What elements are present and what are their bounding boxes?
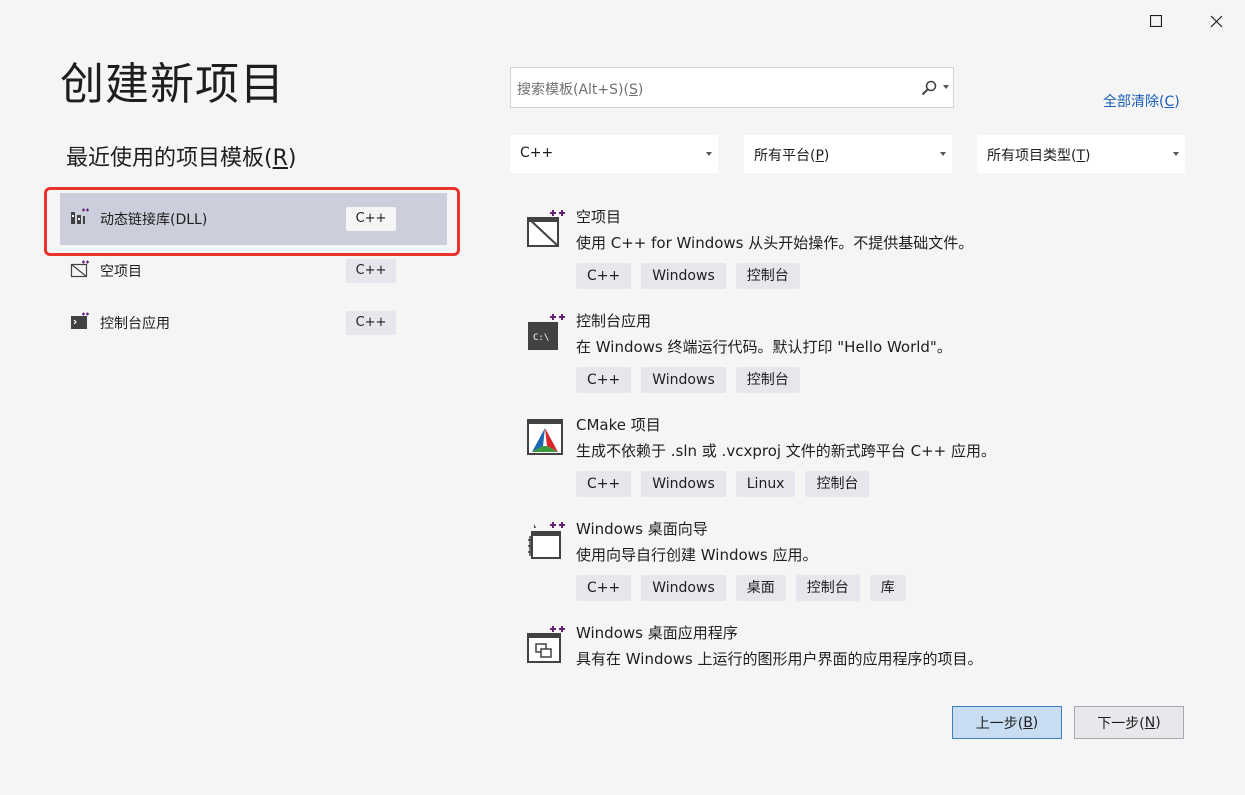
template-tag: 桌面 (735, 575, 786, 601)
template-tag: 控制台 (735, 367, 800, 393)
console-app-icon (71, 312, 89, 329)
template-tag: C++ (576, 471, 632, 497)
template-tag: Windows (641, 471, 726, 497)
recent-item-empty-project[interactable]: 空项目 C++ (60, 245, 447, 297)
language-filter-label: C++ (520, 145, 554, 161)
empty-project-icon (527, 210, 565, 247)
language-filter-dropdown[interactable]: C++ (510, 135, 718, 173)
template-tags: C++ Windows 桌面 控制台 库 (576, 575, 906, 601)
clear-all-link[interactable]: 全部清除(C) (1103, 91, 1180, 111)
recent-item-console-app[interactable]: 控制台应用 C++ (60, 297, 447, 349)
template-tag: Windows (641, 575, 726, 601)
recent-item-label: 动态链接库(DLL) (100, 212, 208, 228)
template-tag: C++ (576, 575, 632, 601)
back-button[interactable]: 上一步(B) (952, 706, 1062, 739)
platform-filter-label: 所有平台(P) (754, 148, 830, 164)
template-search-input[interactable]: 搜索模板(Alt+S)(S) (510, 67, 954, 108)
template-tag: 控制台 (735, 263, 800, 289)
template-item-desktop-app[interactable]: Windows 桌面应用程序 具有在 Windows 上运行的图形用户界面的应用… (520, 616, 1190, 716)
chevron-down-icon[interactable] (943, 85, 949, 89)
template-name: Windows 桌面向导 (576, 520, 708, 538)
template-name: 控制台应用 (576, 312, 652, 330)
template-tag: Windows (641, 367, 726, 393)
template-tags: C++ Windows 控制台 (576, 263, 800, 289)
project-type-filter-label: 所有项目类型(T) (987, 148, 1091, 164)
recent-item-label: 空项目 (100, 264, 142, 280)
svg-text:C:\: C:\ (533, 333, 549, 343)
template-name: CMake 项目 (576, 416, 661, 434)
template-description: 使用向导自行创建 Windows 应用。 (576, 546, 818, 564)
recent-templates-heading: 最近使用的项目模板(R) (66, 146, 297, 171)
recent-templates-list: 动态链接库(DLL) C++ 空项目 C++ 控制台应用 C++ (60, 193, 447, 349)
template-tag: Linux (735, 471, 796, 497)
search-icon[interactable] (921, 80, 937, 96)
template-tag: 控制台 (795, 575, 860, 601)
template-name: Windows 桌面应用程序 (576, 624, 738, 642)
close-icon (1210, 15, 1222, 27)
template-tag: 控制台 (805, 471, 870, 497)
wizard-icon (528, 522, 565, 559)
language-tag: C++ (346, 207, 396, 231)
cmake-icon (527, 419, 563, 455)
template-name: 空项目 (576, 208, 622, 226)
language-tag: C++ (346, 259, 396, 283)
chevron-down-icon (706, 152, 712, 156)
console-app-icon: C:\ (528, 314, 565, 350)
project-type-filter-dropdown[interactable]: 所有项目类型(T) (977, 135, 1185, 173)
template-tag: C++ (576, 263, 632, 289)
template-tags: C++ Windows Linux 控制台 (576, 471, 870, 497)
chevron-down-icon (940, 152, 946, 156)
recent-item-label: 控制台应用 (100, 316, 170, 332)
template-item-console-app[interactable]: C:\ 控制台应用 在 Windows 终端运行代码。默认打印 "Hello W… (520, 304, 1190, 404)
recent-item-dll[interactable]: 动态链接库(DLL) C++ (60, 193, 447, 245)
desktop-app-icon (527, 626, 565, 663)
template-description: 使用 C++ for Windows 从头开始操作。不提供基础文件。 (576, 234, 974, 252)
maximize-icon (1150, 15, 1162, 27)
dll-icon (71, 208, 89, 224)
template-description: 在 Windows 终端运行代码。默认打印 "Hello World"。 (576, 338, 952, 356)
template-item-cmake[interactable]: CMake 项目 生成不依赖于 .sln 或 .vcxproj 文件的新式跨平台… (520, 408, 1190, 508)
page-title: 创建新项目 (60, 59, 285, 110)
template-tag: C++ (576, 367, 632, 393)
template-description: 具有在 Windows 上运行的图形用户界面的应用程序的项目。 (576, 650, 983, 668)
next-button[interactable]: 下一步(N) (1074, 706, 1184, 739)
chevron-down-icon (1173, 152, 1179, 156)
close-button[interactable] (1196, 8, 1236, 34)
template-tag: Windows (641, 263, 726, 289)
language-tag: C++ (346, 311, 396, 335)
template-tag: 库 (869, 575, 906, 601)
platform-filter-dropdown[interactable]: 所有平台(P) (744, 135, 952, 173)
template-description: 生成不依赖于 .sln 或 .vcxproj 文件的新式跨平台 C++ 应用。 (576, 442, 996, 460)
empty-project-icon (70, 260, 89, 278)
template-item-empty-project[interactable]: 空项目 使用 C++ for Windows 从头开始操作。不提供基础文件。 C… (520, 200, 1190, 300)
template-item-desktop-wizard[interactable]: Windows 桌面向导 使用向导自行创建 Windows 应用。 C++ Wi… (520, 512, 1190, 612)
maximize-button[interactable] (1136, 8, 1176, 34)
template-tags: C++ Windows 控制台 (576, 367, 800, 393)
search-placeholder: 搜索模板(Alt+S)(S) (517, 82, 644, 98)
